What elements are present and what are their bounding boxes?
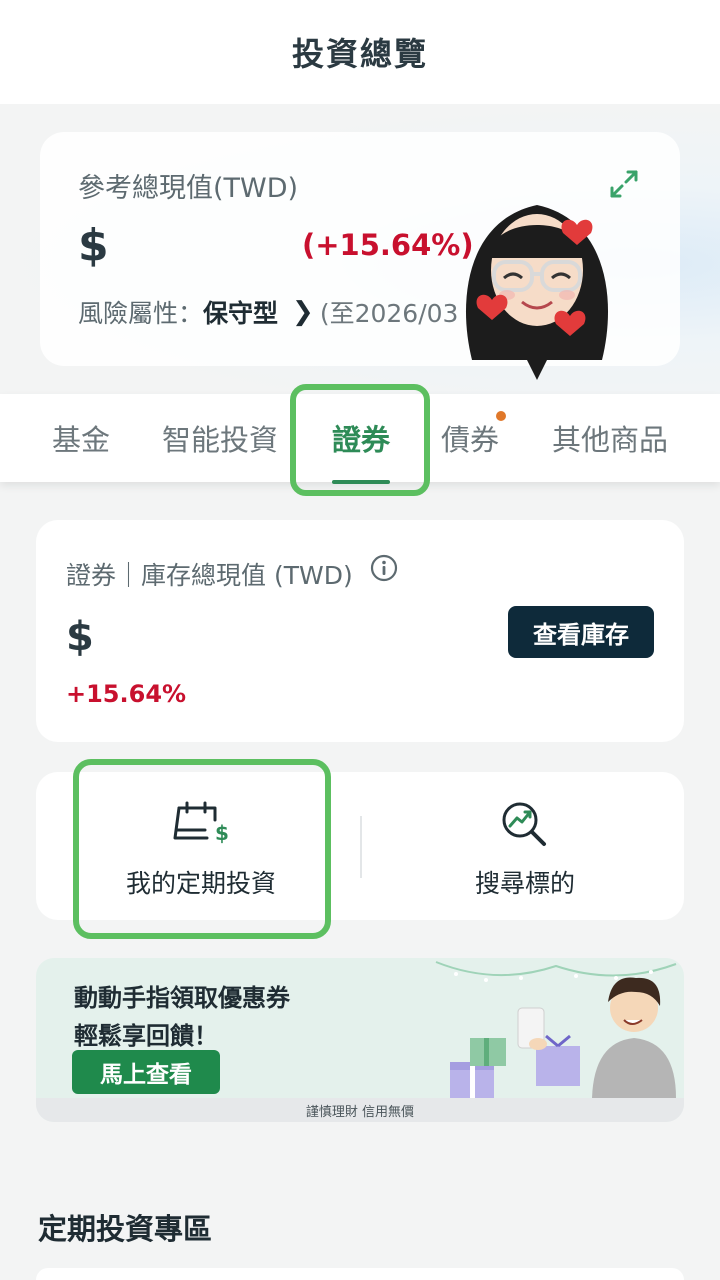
divider bbox=[360, 816, 362, 878]
promo-disclaimer: 謹慎理財 信用無價 bbox=[36, 1098, 684, 1122]
securities-value-currency: $ bbox=[66, 614, 94, 660]
promo-illustration bbox=[435, 961, 677, 1098]
promo-banner[interactable]: 動動手指領取優惠券 輕鬆享回饋！ 馬上查看 謹慎理財 信用無價 bbox=[36, 958, 684, 1122]
risk-profile-label: 風險屬性： bbox=[78, 299, 204, 328]
info-icon[interactable] bbox=[370, 554, 398, 582]
section-card-top bbox=[36, 1268, 684, 1280]
promo-headline: 動動手指領取優惠券 bbox=[74, 984, 290, 1012]
notification-dot bbox=[496, 411, 506, 421]
page-title: 投資總覽 bbox=[291, 35, 428, 73]
securities-card: 證券｜庫存總現值 (TWD) $ +15.64% 查看庫存 bbox=[36, 520, 684, 742]
search-target-button[interactable]: 搜尋標的 bbox=[400, 772, 650, 920]
highlight-box-action bbox=[73, 759, 331, 939]
tab-robo-advisor[interactable]: 智能投資 bbox=[162, 394, 278, 482]
regular-investment-section-title: 定期投資專區 bbox=[38, 1212, 213, 1246]
search-trend-icon bbox=[502, 802, 546, 846]
tab-other-products[interactable]: 其他商品 bbox=[552, 394, 668, 482]
search-target-label: 搜尋標的 bbox=[474, 869, 575, 898]
chevron-right-icon: ❯ bbox=[292, 297, 314, 327]
risk-profile-link[interactable]: 風險屬性： 保守型 ❯ (至2026/03 bbox=[78, 294, 458, 330]
promo-subheadline: 輕鬆享回饋！ bbox=[74, 1022, 218, 1050]
highlight-box-tab bbox=[290, 384, 430, 496]
total-value-change: (+15.64%) bbox=[302, 228, 474, 262]
securities-value-label: 證券｜庫存總現值 (TWD) bbox=[66, 561, 353, 590]
promo-view-button[interactable]: 馬上查看 bbox=[72, 1050, 220, 1094]
view-holdings-button[interactable]: 查看庫存 bbox=[508, 606, 654, 658]
app-header: 投資總覽 bbox=[0, 0, 720, 104]
avatar bbox=[465, 205, 609, 380]
risk-profile-value: 保守型 bbox=[203, 299, 279, 328]
total-value-label: 參考總現值(TWD) bbox=[78, 173, 299, 204]
total-value-currency: $ bbox=[78, 220, 109, 271]
tab-bonds[interactable]: 債券 bbox=[441, 394, 499, 482]
tab-fund[interactable]: 基金 bbox=[52, 394, 110, 482]
securities-value-change: +15.64% bbox=[66, 680, 187, 708]
risk-profile-date: (至2026/03 bbox=[319, 299, 459, 328]
